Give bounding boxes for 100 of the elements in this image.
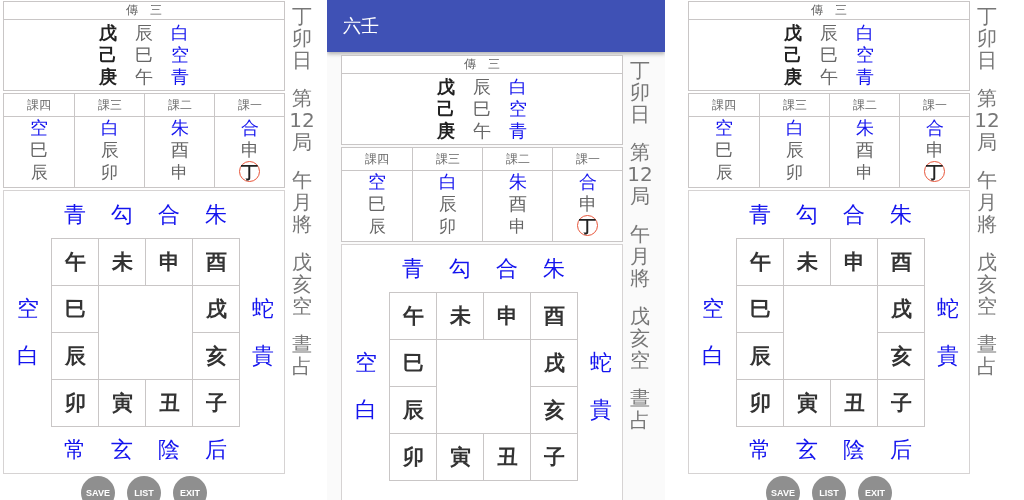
branch-label: 巳 bbox=[472, 98, 492, 120]
branch-cell: 寅 bbox=[98, 379, 146, 427]
branch-cell: 巳 bbox=[51, 285, 99, 333]
branch-cell: 卯 bbox=[51, 379, 99, 427]
side-label: 丁卯日 bbox=[976, 5, 998, 71]
god-label: 朱 bbox=[203, 200, 228, 229]
lesson-header: 課一 bbox=[900, 94, 969, 117]
branch-cell: 辰 bbox=[389, 386, 437, 434]
side-label: 戊亥空 bbox=[976, 251, 998, 317]
branch-cell: 子 bbox=[877, 379, 925, 427]
side-label: 晝占 bbox=[629, 387, 651, 431]
side-label: 第12局 bbox=[973, 87, 1001, 153]
god-label: 勾 bbox=[447, 254, 472, 283]
branch-label: 巳 bbox=[368, 193, 386, 215]
branch-label: 巳 bbox=[30, 139, 48, 161]
side-label: 午月將 bbox=[976, 169, 998, 235]
god-label: 貴 bbox=[588, 395, 613, 424]
god-label: 合 bbox=[578, 171, 597, 193]
god-label: 玄 bbox=[794, 435, 819, 464]
branch-label: 酉 bbox=[855, 139, 874, 161]
branch-label: 酉 bbox=[508, 193, 527, 215]
god-label: 合 bbox=[925, 117, 944, 139]
god-label: 空 bbox=[30, 117, 48, 139]
branch-cell: 卯 bbox=[736, 379, 784, 427]
god-label: 青 bbox=[170, 66, 190, 88]
branch-label: 卯 bbox=[438, 215, 457, 236]
god-label: 空 bbox=[508, 98, 528, 120]
branch-cell: 午 bbox=[389, 292, 437, 340]
lesson-header: 課四 bbox=[689, 94, 759, 117]
god-label: 蛇 bbox=[250, 294, 275, 323]
side-label: 戊亥空 bbox=[629, 305, 651, 371]
lesson-header: 課二 bbox=[483, 148, 552, 171]
side-label: 午月將 bbox=[629, 223, 651, 289]
branch-label: 辰 bbox=[472, 76, 492, 98]
branch-cell: 酉 bbox=[192, 238, 240, 286]
god-label: 白 bbox=[438, 171, 457, 193]
lesson-header: 課二 bbox=[830, 94, 899, 117]
branch-label: 申 bbox=[925, 139, 944, 161]
god-label: 朱 bbox=[541, 254, 566, 283]
branch-cell: 午 bbox=[736, 238, 784, 286]
lesson-header: 課一 bbox=[215, 94, 284, 117]
branch-label: 申 bbox=[508, 215, 527, 236]
stem-glyph: 戊 bbox=[783, 22, 803, 44]
branch-cell: 戌 bbox=[877, 285, 925, 333]
lesson-header: 課三 bbox=[413, 148, 482, 171]
god-label: 白 bbox=[855, 22, 875, 44]
branch-cell: 辰 bbox=[51, 332, 99, 380]
stem-glyph: 庚 bbox=[436, 120, 456, 142]
lesson-header: 課一 bbox=[553, 148, 622, 171]
god-label: 陰 bbox=[841, 435, 866, 464]
branch-cell: 丑 bbox=[830, 379, 878, 427]
branch-cell: 戌 bbox=[192, 285, 240, 333]
god-label: 白 bbox=[15, 341, 40, 370]
god-label: 朱 bbox=[170, 117, 189, 139]
side-label: 丁卯日 bbox=[291, 5, 313, 71]
god-label: 朱 bbox=[508, 171, 527, 193]
god-label: 常 bbox=[747, 435, 772, 464]
branch-cell: 卯 bbox=[389, 433, 437, 481]
god-label: 勾 bbox=[794, 200, 819, 229]
action-button[interactable]: EXIT bbox=[173, 476, 207, 500]
god-label: 空 bbox=[353, 348, 378, 377]
branch-label: 巳 bbox=[134, 44, 154, 66]
branch-label: 辰 bbox=[438, 193, 457, 215]
branch-label: 辰 bbox=[367, 215, 387, 236]
branch-label: 申 bbox=[170, 161, 189, 182]
branch-label: 午 bbox=[819, 66, 839, 88]
branch-label: 卯 bbox=[785, 161, 804, 182]
god-label: 白 bbox=[785, 117, 804, 139]
god-label: 朱 bbox=[855, 117, 874, 139]
action-button[interactable]: LIST bbox=[127, 476, 161, 500]
branch-label: 午 bbox=[472, 120, 492, 142]
branch-label: 午 bbox=[134, 66, 154, 88]
branch-label: 申 bbox=[578, 193, 597, 215]
action-button[interactable]: SAVE bbox=[81, 476, 115, 500]
stem-glyph: 庚 bbox=[783, 66, 803, 88]
god-label: 空 bbox=[368, 171, 386, 193]
branch-cell: 亥 bbox=[877, 332, 925, 380]
god-label: 合 bbox=[494, 254, 519, 283]
god-label: 青 bbox=[508, 120, 528, 142]
action-button[interactable]: LIST bbox=[812, 476, 846, 500]
branch-cell: 未 bbox=[783, 238, 831, 286]
god-label: 蛇 bbox=[588, 348, 613, 377]
action-button[interactable]: SAVE bbox=[766, 476, 800, 500]
god-label: 白 bbox=[353, 395, 378, 424]
lesson-header: 課三 bbox=[75, 94, 144, 117]
god-label: 朱 bbox=[888, 200, 913, 229]
god-label: 白 bbox=[170, 22, 190, 44]
branch-cell: 子 bbox=[192, 379, 240, 427]
god-label: 青 bbox=[62, 200, 87, 229]
god-label: 合 bbox=[240, 117, 259, 139]
branch-cell: 寅 bbox=[783, 379, 831, 427]
lesson-header: 課三 bbox=[760, 94, 829, 117]
branch-cell: 申 bbox=[830, 238, 878, 286]
action-button[interactable]: EXIT bbox=[858, 476, 892, 500]
god-label: 合 bbox=[156, 200, 181, 229]
branch-label: 酉 bbox=[170, 139, 189, 161]
branch-cell: 寅 bbox=[436, 433, 484, 481]
god-label: 貴 bbox=[935, 341, 960, 370]
god-label: 白 bbox=[700, 341, 725, 370]
god-label: 貴 bbox=[250, 341, 275, 370]
